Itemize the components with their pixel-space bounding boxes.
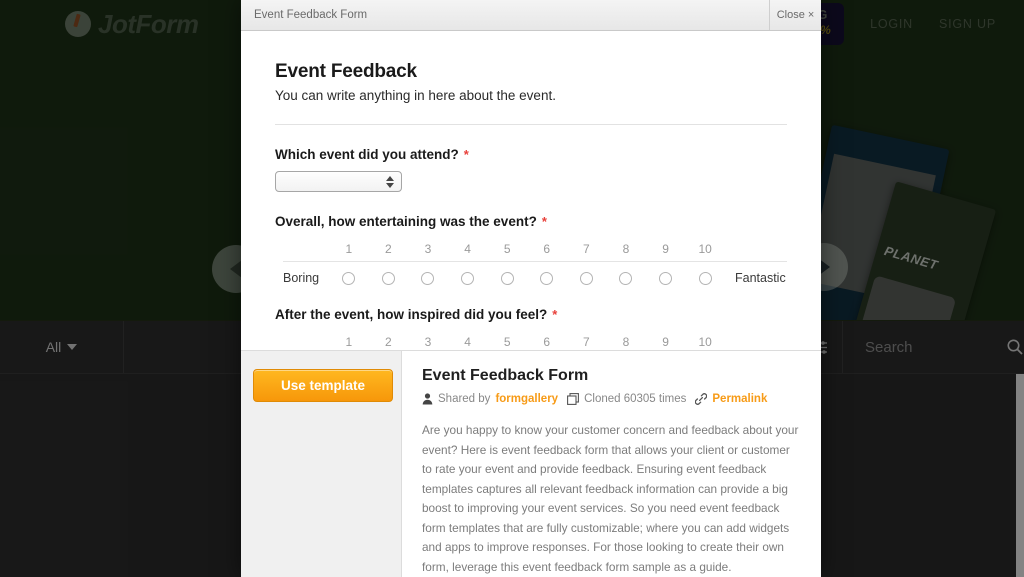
form-subheading: You can write anything in here about the…	[275, 88, 556, 103]
field-label: Overall, how entertaining was the event?…	[275, 214, 787, 229]
scale-number: 7	[583, 242, 590, 256]
scale-radio-10[interactable]	[698, 271, 712, 285]
scale-number: 9	[662, 242, 669, 256]
link-icon	[695, 393, 708, 406]
required-marker: *	[541, 214, 547, 229]
copy-stack-icon	[567, 393, 580, 406]
footer-info-panel: Event Feedback Form Shared by formgaller…	[402, 351, 821, 577]
shared-by-item: Shared by formgallery	[422, 393, 558, 405]
shared-by-link[interactable]: formgallery	[495, 393, 558, 405]
scale-radio-group	[329, 271, 725, 285]
form-field-event-select: Which event did you attend? *	[275, 147, 787, 192]
scale-radio-cell	[487, 271, 527, 285]
scale-number: 10	[698, 335, 712, 349]
template-preview-modal: Event Feedback Form Close × Event Feedba…	[241, 0, 821, 577]
scale-number: 2	[385, 242, 392, 256]
modal-titlebar: Event Feedback Form Close ×	[241, 0, 821, 31]
scale-radio-1[interactable]	[342, 271, 356, 285]
scale-radio-4[interactable]	[461, 271, 475, 285]
scale-radio-2[interactable]	[381, 271, 395, 285]
scale-number: 8	[622, 335, 630, 349]
person-icon	[422, 393, 433, 405]
scale-number: 5	[503, 335, 511, 349]
field-label-text: Which event did you attend?	[275, 147, 459, 162]
field-label: After the event, how inspired did you fe…	[275, 307, 787, 322]
field-label-text: Overall, how entertaining was the event?	[275, 214, 537, 229]
scale-radio-5[interactable]	[500, 271, 514, 285]
scale-radio-3[interactable]	[421, 271, 435, 285]
select-stepper-icon	[386, 175, 394, 188]
scale-radio-cell	[369, 271, 409, 285]
close-button[interactable]: Close ×	[769, 0, 821, 30]
cloned-count-item: Cloned 60305 times	[567, 393, 686, 405]
scale-radio-8[interactable]	[619, 271, 633, 285]
scale-right-label: Fantastic	[735, 271, 786, 285]
scale-radio-6[interactable]	[540, 271, 554, 285]
required-marker: *	[463, 147, 469, 162]
permalink-link[interactable]: Permalink	[712, 393, 767, 405]
event-select-input[interactable]	[275, 171, 402, 192]
scale-number: 10	[698, 242, 712, 256]
scale-number: 4	[464, 335, 471, 349]
scale-radio-cell	[408, 271, 448, 285]
scale-number: 6	[543, 242, 551, 256]
scale-number: 7	[583, 335, 590, 349]
scale-radio-7[interactable]	[579, 271, 593, 285]
field-label-text: After the event, how inspired did you fe…	[275, 307, 548, 322]
scale-widget: 1 2 3 4 5 6 7 8 9 10 Boring Fantastic	[275, 242, 787, 285]
scale-number-row: 1 2 3 4 5 6 7 8 9 10	[283, 242, 787, 262]
scale-number: 3	[424, 242, 432, 256]
scale-radio-9[interactable]	[659, 271, 673, 285]
form-divider	[275, 124, 787, 125]
scale-number: 4	[464, 242, 471, 256]
scale-radio-cell	[448, 271, 488, 285]
use-template-button[interactable]: Use template	[253, 369, 393, 403]
scale-radio-cell	[685, 271, 725, 285]
field-label: Which event did you attend? *	[275, 147, 787, 162]
modal-footer: Use template Event Feedback Form Shared …	[241, 350, 821, 577]
scale-radio-cell	[567, 271, 607, 285]
scale-number: 1	[345, 242, 353, 256]
scale-radio-cell	[646, 271, 686, 285]
scale-number: 2	[385, 335, 392, 349]
scale-radio-cell	[606, 271, 646, 285]
modal-title: Event Feedback Form	[254, 9, 368, 21]
footer-action-panel: Use template	[241, 351, 402, 577]
modal-body: Event Feedback You can write anything in…	[241, 31, 821, 351]
template-title: Event Feedback Form	[422, 367, 589, 385]
template-description: Are you happy to know your customer conc…	[422, 423, 799, 574]
scale-number: 5	[503, 242, 511, 256]
scale-radio-cell	[527, 271, 567, 285]
scale-number-row: 1 2 3 4 5 6 7 8 9 10	[283, 335, 787, 350]
scale-radio-cell	[329, 271, 369, 285]
scale-number: 1	[345, 335, 353, 349]
scale-number: 8	[622, 242, 630, 256]
template-meta-row: Shared by formgallery Cloned 60305 times	[422, 393, 799, 405]
scale-number: 3	[424, 335, 432, 349]
scale-radio-row: Boring Fantastic	[283, 262, 787, 285]
form-field-entertaining-scale: Overall, how entertaining was the event?…	[275, 214, 787, 285]
form-heading: Event Feedback	[275, 61, 417, 82]
required-marker: *	[552, 307, 558, 322]
form-field-inspired-scale: After the event, how inspired did you fe…	[275, 307, 787, 350]
scale-number: 9	[662, 335, 669, 349]
shared-by-prefix: Shared by	[438, 393, 491, 406]
scale-widget: 1 2 3 4 5 6 7 8 9 10 None	[275, 335, 787, 350]
cloned-count-text: Cloned 60305 times	[584, 393, 687, 406]
scale-left-label: Boring	[283, 271, 320, 285]
scale-number: 6	[543, 335, 551, 349]
form-preview: Event Feedback You can write anything in…	[241, 31, 821, 350]
permalink-item: Permalink	[695, 393, 767, 405]
